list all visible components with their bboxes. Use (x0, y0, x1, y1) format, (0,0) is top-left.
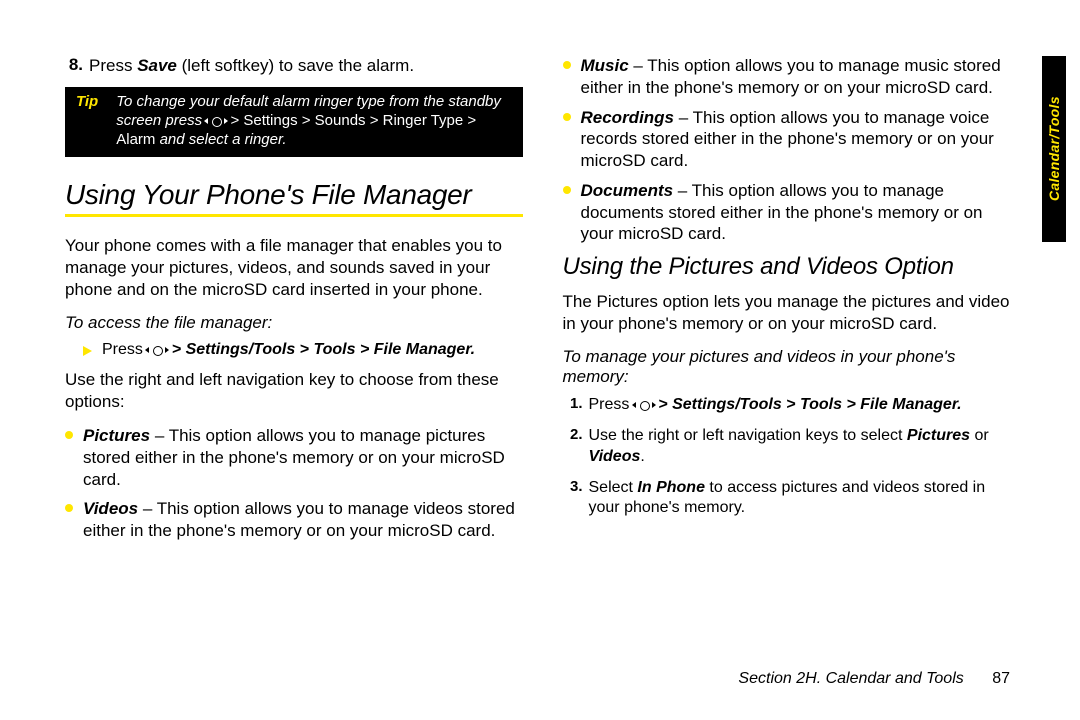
step-number: 1. (567, 395, 583, 416)
arrow-step: Press > Settings/Tools > Tools > File Ma… (83, 341, 523, 359)
page-number: 87 (992, 670, 1010, 687)
tip-box: Tip To change your default alarm ringer … (65, 87, 523, 157)
manage-lead: To manage your pictures and videos in yo… (563, 347, 1021, 387)
step-number: 8. (65, 55, 83, 77)
list-text: Documents – This option allows you to ma… (581, 180, 1021, 245)
option-list-left: Pictures – This option allows you to man… (65, 425, 523, 542)
section-label: Section 2H. Calendar and Tools (738, 670, 963, 687)
list-item: Recordings – This option allows you to m… (563, 107, 1021, 172)
page-footer: Section 2H. Calendar and Tools 87 (738, 670, 1010, 688)
step-text: Press Save (left softkey) to save the al… (89, 55, 523, 77)
tip-body: To change your default alarm ringer type… (116, 93, 511, 149)
option-list-right: Music – This option allows you to manage… (563, 55, 1021, 245)
bullet-dot-icon (65, 431, 73, 439)
nav-key-icon (634, 398, 654, 412)
list-text: Videos – This option allows you to manag… (83, 498, 523, 542)
step-1: 1. Press > Settings/Tools > Tools > File… (567, 395, 1021, 416)
access-lead: To access the file manager: (65, 313, 523, 333)
nav-instruction: Use the right and left navigation key to… (65, 369, 523, 413)
page: 8. Press Save (left softkey) to save the… (0, 0, 1080, 580)
step-8: 8. Press Save (left softkey) to save the… (65, 55, 523, 77)
subsection-intro: The Pictures option lets you manage the … (563, 291, 1021, 335)
tip-label: Tip (76, 93, 98, 149)
bullet-dot-icon (563, 61, 571, 69)
bullet-dot-icon (563, 186, 571, 194)
step-text: Press > Settings/Tools > Tools > File Ma… (589, 395, 1021, 416)
right-column: Music – This option allows you to manage… (563, 55, 1021, 550)
intro-paragraph: Your phone comes with a file manager tha… (65, 235, 523, 301)
step-text: Use the right or left navigation keys to… (589, 426, 1021, 468)
section-heading: Using Your Phone's File Manager (65, 179, 523, 211)
list-text: Pictures – This option allows you to man… (83, 425, 523, 490)
list-text: Music – This option allows you to manage… (581, 55, 1021, 99)
left-column: 8. Press Save (left softkey) to save the… (65, 55, 523, 550)
step-3: 3. Select In Phone to access pictures an… (567, 478, 1021, 520)
step-text: Select In Phone to access pictures and v… (589, 478, 1021, 520)
list-item: Documents – This option allows you to ma… (563, 180, 1021, 245)
step-number: 3. (567, 478, 583, 520)
step-2: 2. Use the right or left navigation keys… (567, 426, 1021, 468)
arrow-text: Press > Settings/Tools > Tools > File Ma… (102, 341, 523, 359)
bullet-dot-icon (563, 113, 571, 121)
nav-key-icon (206, 114, 226, 128)
list-item: Music – This option allows you to manage… (563, 55, 1021, 99)
side-tab: Calendar/Tools (1042, 56, 1066, 242)
subsection-heading: Using the Pictures and Videos Option (563, 253, 1021, 281)
list-item: Videos – This option allows you to manag… (65, 498, 523, 542)
bullet-dot-icon (65, 504, 73, 512)
nav-key-icon (147, 343, 167, 357)
arrow-icon (83, 346, 92, 356)
list-item: Pictures – This option allows you to man… (65, 425, 523, 490)
step-number: 2. (567, 426, 583, 468)
heading-rule (65, 214, 523, 216)
side-tab-label: Calendar/Tools (1042, 56, 1066, 242)
list-text: Recordings – This option allows you to m… (581, 107, 1021, 172)
